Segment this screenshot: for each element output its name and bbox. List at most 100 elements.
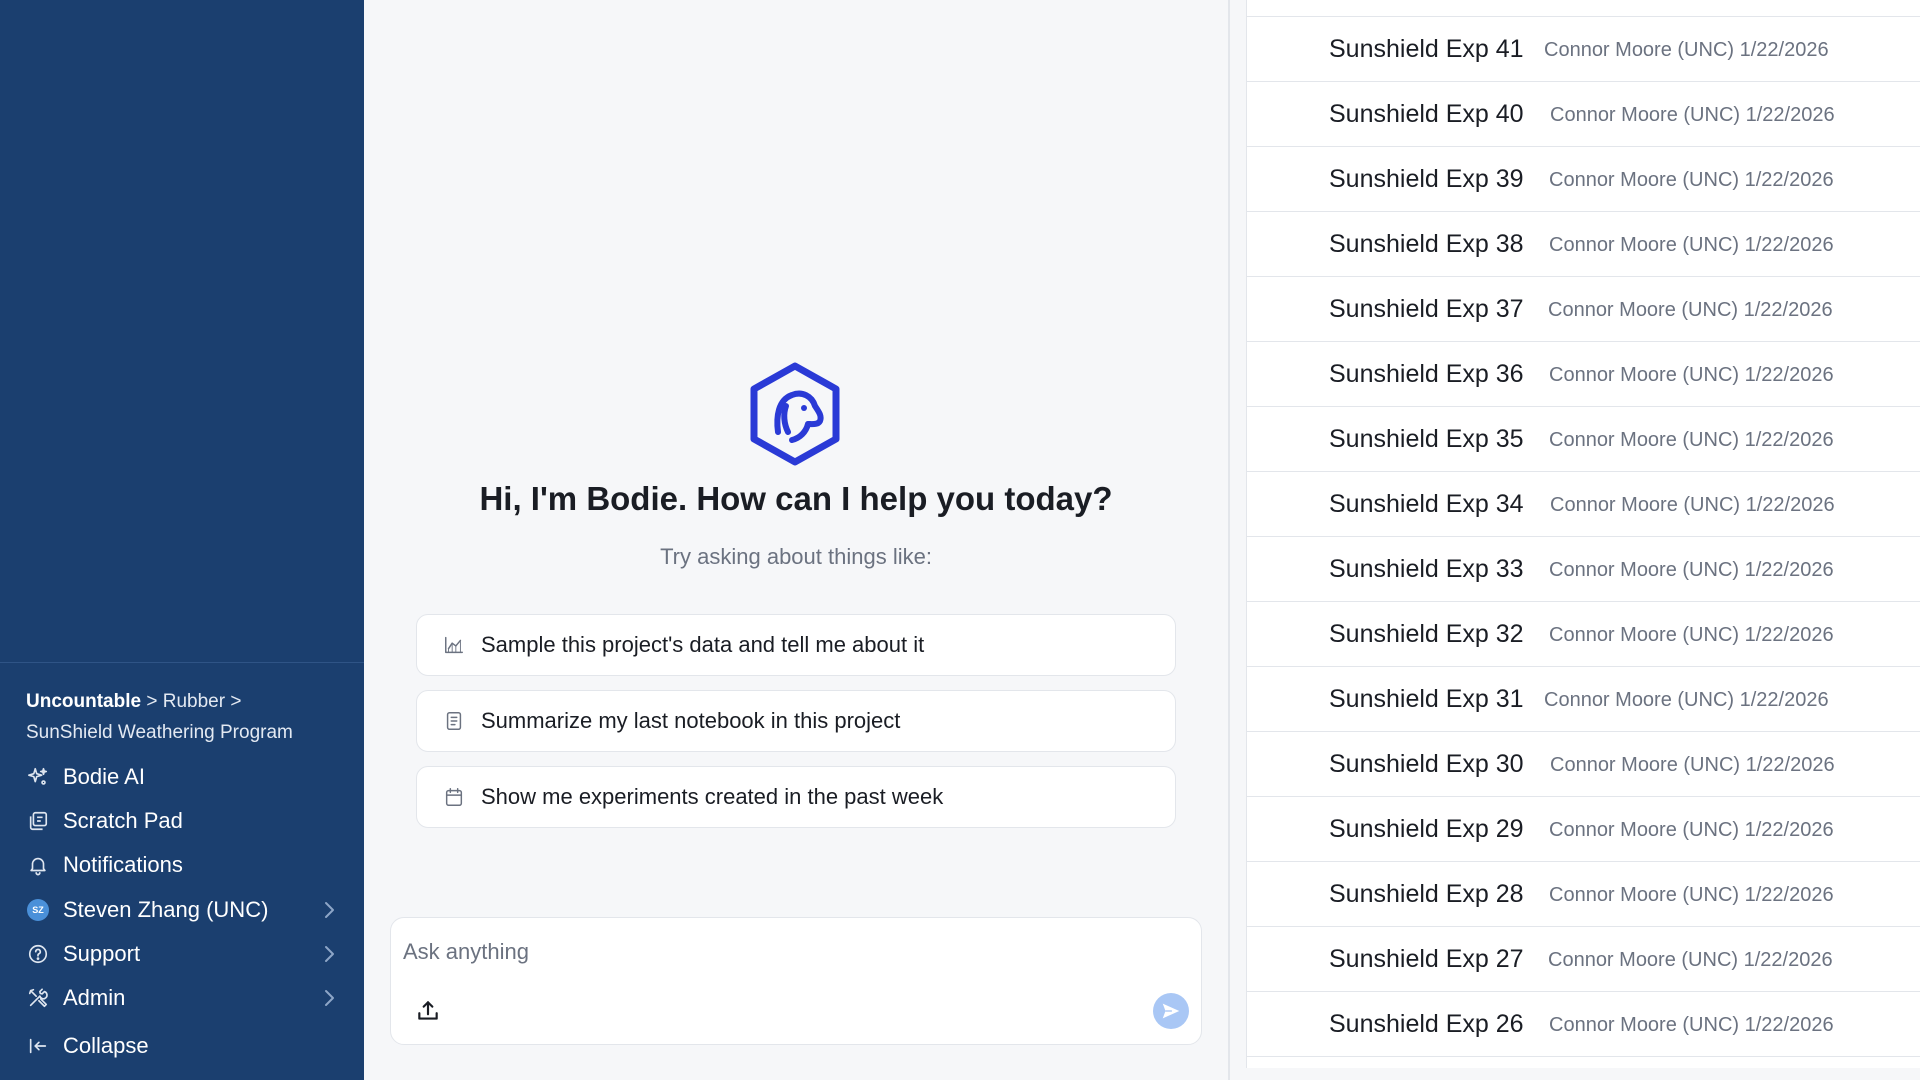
breadcrumb-project[interactable]: SunShield Weathering Program xyxy=(26,722,293,743)
experiment-name: Sunshield Exp 37 xyxy=(1329,295,1524,323)
experiment-name: Sunshield Exp 33 xyxy=(1329,555,1524,583)
panel-divider xyxy=(1228,0,1230,1080)
nav-item-label: Steven Zhang (UNC) xyxy=(63,897,269,922)
chat-greeting: Hi, I'm Bodie. How can I help you today? xyxy=(479,480,1113,517)
avatar-initials: SZ xyxy=(27,899,49,921)
nav-item-label: Support xyxy=(63,941,141,966)
notepad-icon xyxy=(26,809,50,833)
experiment-name: Sunshield Exp 41 xyxy=(1329,35,1524,63)
suggestion-label: Show me experiments created in the past … xyxy=(481,784,944,809)
avatar: SZ xyxy=(26,898,50,922)
chevron-right-icon xyxy=(325,946,334,962)
experiment-meta: Connor Moore (UNC) 1/22/2026 xyxy=(1550,104,1835,126)
suggestion-summarize-notebook[interactable]: Summarize my last notebook in this proje… xyxy=(416,690,1176,752)
experiment-name: Sunshield Exp 26 xyxy=(1329,1010,1524,1038)
chevron-right-icon xyxy=(325,990,334,1006)
nav-item-label: Notifications xyxy=(63,852,183,877)
experiment-meta: Connor Moore (UNC) 1/22/2026 xyxy=(1549,559,1834,581)
experiment-row[interactable]: Sunshield Exp 32 Connor Moore (UNC) 1/22… xyxy=(1247,602,1920,667)
experiment-meta: Connor Moore (UNC) 1/22/2026 xyxy=(1544,39,1829,61)
experiment-name: Sunshield Exp 39 xyxy=(1329,165,1524,193)
experiment-meta: Connor Moore (UNC) 1/22/2026 xyxy=(1549,234,1834,256)
experiment-meta: Connor Moore (UNC) 1/22/2026 xyxy=(1548,949,1833,971)
experiment-list: Sunshield Exp 41 Connor Moore (UNC) 1/22… xyxy=(1246,0,1920,1068)
experiment-name: Sunshield Exp 40 xyxy=(1329,100,1524,128)
nav-item-label: Bodie AI xyxy=(63,764,145,789)
nav-item-admin[interactable]: Admin xyxy=(0,978,364,1018)
nav-item-label: Admin xyxy=(63,985,126,1010)
nav-item-scratch-pad[interactable]: Scratch Pad xyxy=(0,801,364,841)
experiment-name: Sunshield Exp 31 xyxy=(1329,685,1524,713)
breadcrumb-level-1[interactable]: Rubber xyxy=(163,691,225,712)
chat-input-box xyxy=(390,917,1202,1045)
chevron-right-icon xyxy=(325,902,334,918)
experiment-row[interactable]: Sunshield Exp 26 Connor Moore (UNC) 1/22… xyxy=(1247,992,1920,1057)
experiment-name: Sunshield Exp 35 xyxy=(1329,425,1524,453)
breadcrumb-root[interactable]: Uncountable xyxy=(26,691,141,712)
experiment-name: Sunshield Exp 30 xyxy=(1329,750,1524,778)
experiment-meta: Connor Moore (UNC) 1/22/2026 xyxy=(1549,819,1834,841)
experiment-name: Sunshield Exp 32 xyxy=(1329,620,1524,648)
experiment-meta: Connor Moore (UNC) 1/22/2026 xyxy=(1550,754,1835,776)
sparkle-icon xyxy=(26,765,50,789)
experiment-meta: Connor Moore (UNC) 1/22/2026 xyxy=(1549,429,1834,451)
suggestion-recent-experiments[interactable]: Show me experiments created in the past … xyxy=(416,766,1176,828)
experiment-meta: Connor Moore (UNC) 1/22/2026 xyxy=(1549,624,1834,646)
experiment-meta: Connor Moore (UNC) 1/22/2026 xyxy=(1548,299,1833,321)
suggestion-sample-data[interactable]: Sample this project's data and tell me a… xyxy=(416,614,1176,676)
experiment-name: Sunshield Exp 28 xyxy=(1329,880,1524,908)
experiment-meta: Connor Moore (UNC) 1/22/2026 xyxy=(1550,494,1835,516)
bodie-chat-panel: Hi, I'm Bodie. How can I help you today?… xyxy=(364,0,1228,1080)
breadcrumb-separator: > xyxy=(141,691,163,712)
notebook-icon xyxy=(446,712,462,730)
nav-item-label: Scratch Pad xyxy=(63,808,183,833)
breadcrumb-separator: > xyxy=(225,691,242,712)
experiment-row[interactable]: Sunshield Exp 28 Connor Moore (UNC) 1/22… xyxy=(1247,862,1920,927)
sidebar-divider xyxy=(0,662,364,663)
chat-input[interactable] xyxy=(403,934,1163,970)
help-circle-icon xyxy=(26,942,50,966)
experiment-row[interactable]: Sunshield Exp 34 Connor Moore (UNC) 1/22… xyxy=(1247,472,1920,537)
experiment-row[interactable]: Sunshield Exp 36 Connor Moore (UNC) 1/22… xyxy=(1247,342,1920,407)
nav-item-bodie-ai[interactable]: Bodie AI xyxy=(0,757,364,797)
experiment-row[interactable]: Sunshield Exp 41 Connor Moore (UNC) 1/22… xyxy=(1247,17,1920,82)
experiment-row[interactable]: Sunshield Exp 39 Connor Moore (UNC) 1/22… xyxy=(1247,147,1920,212)
experiment-row[interactable]: Sunshield Exp 30 Connor Moore (UNC) 1/22… xyxy=(1247,732,1920,797)
send-button[interactable] xyxy=(1153,993,1189,1029)
experiment-row[interactable]: Sunshield Exp 29 Connor Moore (UNC) 1/22… xyxy=(1247,797,1920,862)
experiment-meta: Connor Moore (UNC) 1/22/2026 xyxy=(1544,689,1829,711)
nav-item-support[interactable]: Support xyxy=(0,934,364,974)
suggestion-label: Summarize my last notebook in this proje… xyxy=(481,708,901,733)
experiment-row[interactable]: Sunshield Exp 38 Connor Moore (UNC) 1/22… xyxy=(1247,212,1920,277)
collapse-sidebar-button[interactable]: Collapse xyxy=(0,1026,364,1066)
experiment-name: Sunshield Exp 27 xyxy=(1329,945,1524,973)
send-icon xyxy=(1162,1003,1180,1019)
experiment-row[interactable]: Sunshield Exp 31 Connor Moore (UNC) 1/22… xyxy=(1247,667,1920,732)
experiment-row[interactable]: Sunshield Exp 27 Connor Moore (UNC) 1/22… xyxy=(1247,927,1920,992)
bell-icon xyxy=(26,853,50,877)
experiment-name: Sunshield Exp 34 xyxy=(1329,490,1524,518)
experiment-row[interactable]: Sunshield Exp 40 Connor Moore (UNC) 1/22… xyxy=(1247,82,1920,147)
experiment-meta: Connor Moore (UNC) 1/22/2026 xyxy=(1549,169,1834,191)
experiment-meta: Connor Moore (UNC) 1/22/2026 xyxy=(1549,884,1834,906)
upload-icon[interactable] xyxy=(415,998,441,1024)
bodie-logo-icon xyxy=(750,362,840,466)
experiment-meta: Connor Moore (UNC) 1/22/2026 xyxy=(1549,364,1834,386)
nav-item-user-account[interactable]: SZ Steven Zhang (UNC) xyxy=(0,890,364,930)
calendar-icon xyxy=(445,788,463,806)
experiment-name: Sunshield Exp 38 xyxy=(1329,230,1524,258)
nav-item-label: Collapse xyxy=(63,1033,149,1058)
nav-item-notifications[interactable]: Notifications xyxy=(0,845,364,885)
experiment-name: Sunshield Exp 36 xyxy=(1329,360,1524,388)
experiment-row[interactable]: Sunshield Exp 35 Connor Moore (UNC) 1/22… xyxy=(1247,407,1920,472)
chart-icon xyxy=(445,636,463,654)
chat-subtitle: Try asking about things like: xyxy=(660,544,932,569)
experiment-name: Sunshield Exp 29 xyxy=(1329,815,1524,843)
tools-icon xyxy=(26,986,50,1010)
breadcrumb: Uncountable > Rubber > SunShield Weather… xyxy=(26,686,346,748)
experiment-row[interactable]: Sunshield Exp 33 Connor Moore (UNC) 1/22… xyxy=(1247,537,1920,602)
suggestion-label: Sample this project's data and tell me a… xyxy=(481,632,925,657)
experiment-row[interactable]: Sunshield Exp 37 Connor Moore (UNC) 1/22… xyxy=(1247,277,1920,342)
experiment-meta: Connor Moore (UNC) 1/22/2026 xyxy=(1549,1014,1834,1036)
sidebar: Uncountable > Rubber > SunShield Weather… xyxy=(0,0,364,1080)
